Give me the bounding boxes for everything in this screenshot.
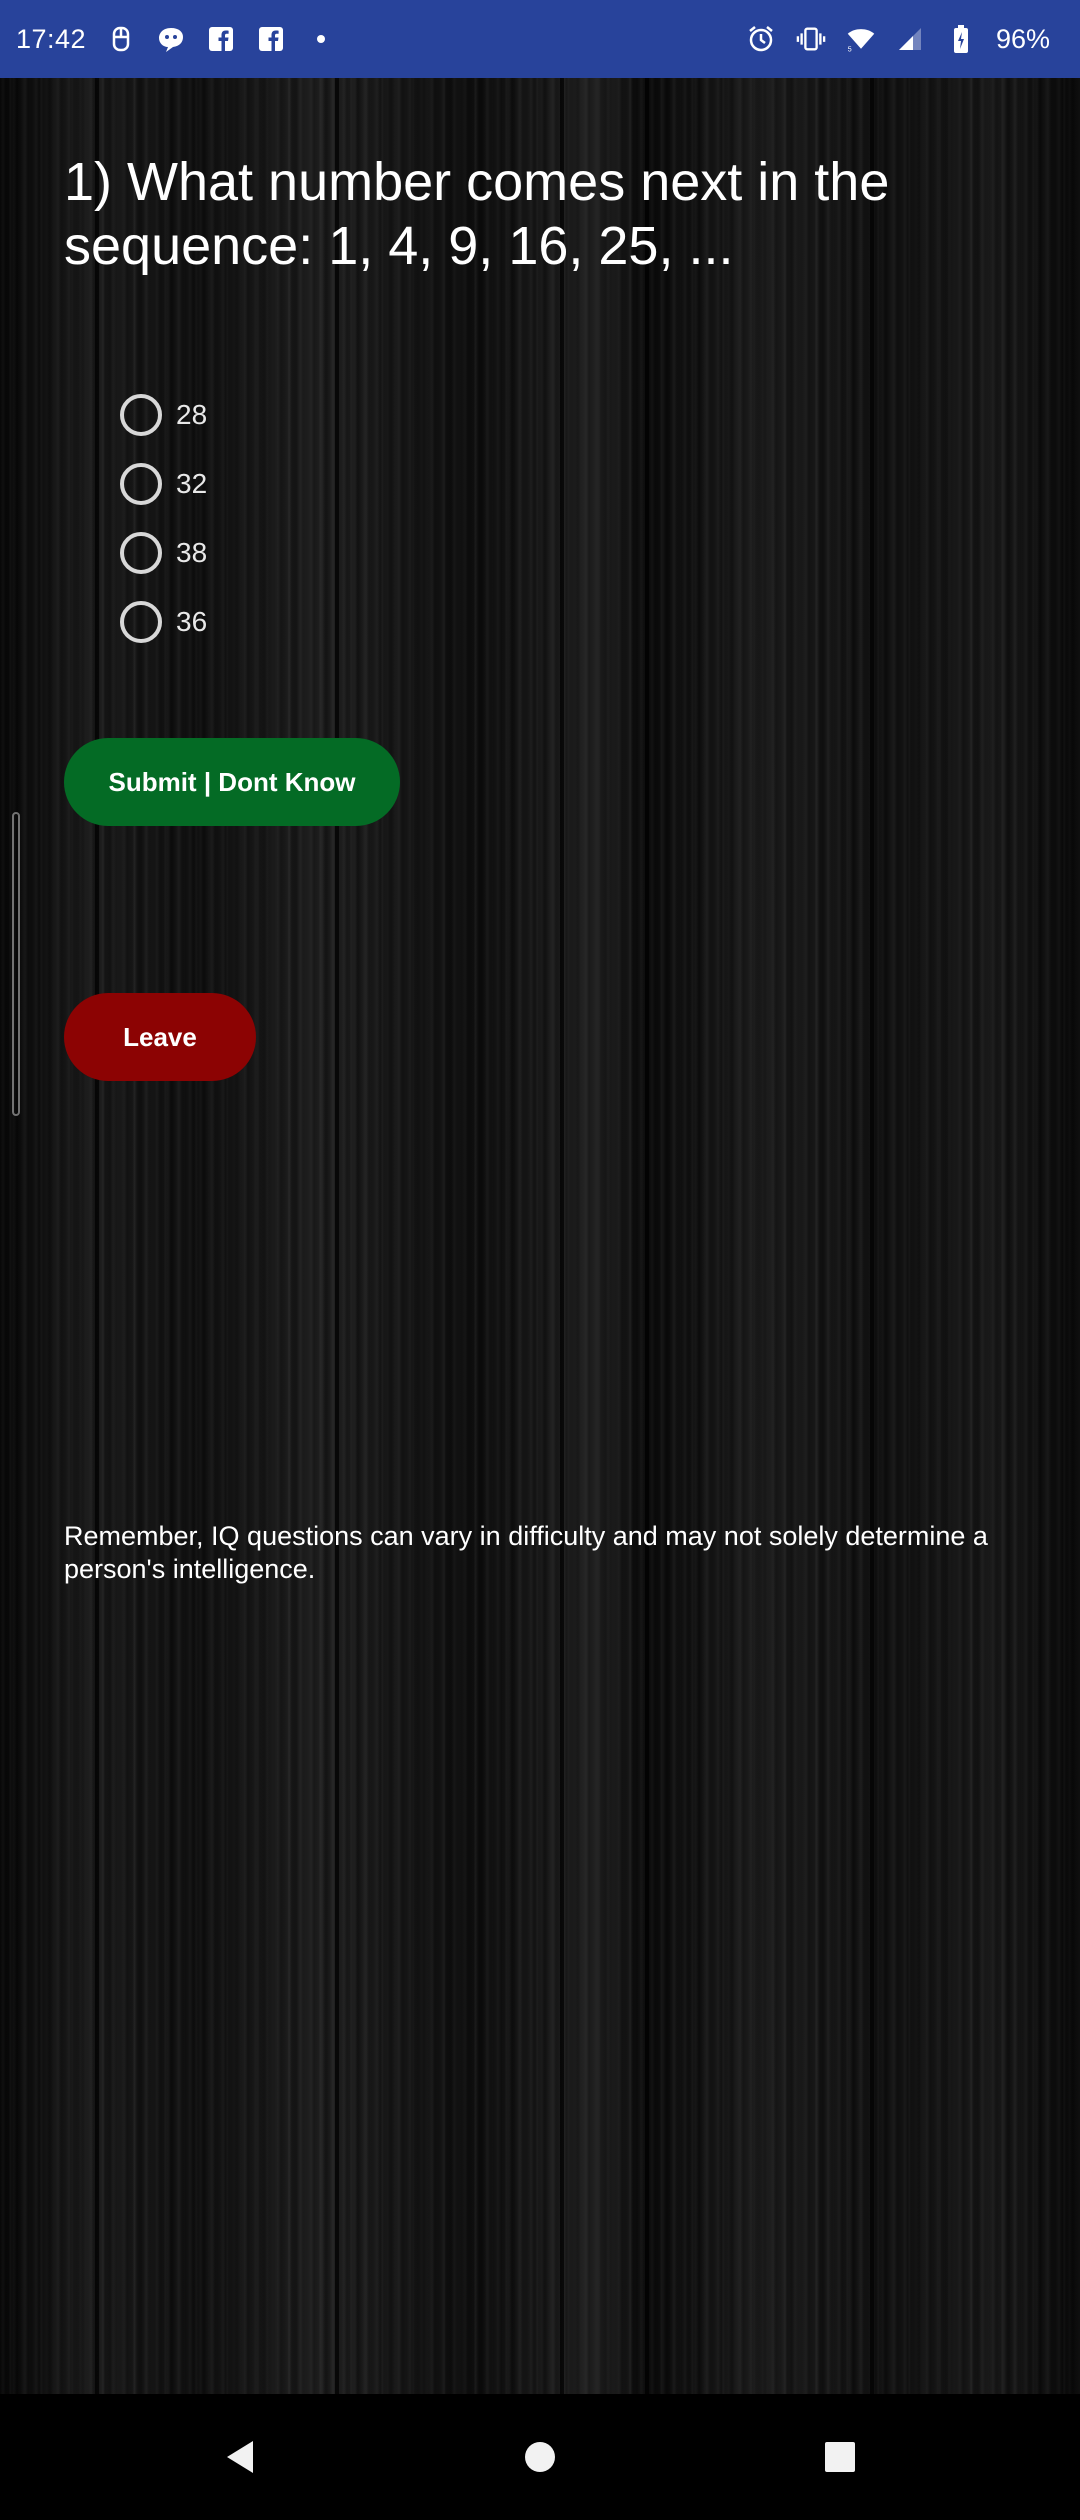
radio-button[interactable] — [120, 600, 162, 643]
scrollbar[interactable] — [12, 812, 20, 1116]
vibrate-icon — [796, 24, 826, 54]
leave-button[interactable]: Leave — [64, 993, 256, 1081]
status-time: 17:42 — [16, 23, 87, 54]
signal-icon — [896, 24, 926, 54]
plank-seam — [95, 78, 99, 2394]
plank-seam — [335, 78, 339, 2394]
svg-text:5: 5 — [848, 46, 852, 53]
submit-button[interactable]: Submit | Dont Know — [64, 738, 400, 826]
radio-button[interactable] — [120, 531, 162, 574]
answer-option[interactable]: 38 — [120, 518, 207, 587]
dot-icon — [306, 24, 336, 54]
battery-icon — [946, 24, 976, 54]
answer-option[interactable]: 32 — [120, 449, 207, 518]
wifi-icon: 5 — [846, 24, 876, 54]
answer-option[interactable]: 36 — [120, 587, 207, 656]
plank-seam — [645, 78, 649, 2394]
status-bar-right: 5 96% — [746, 24, 1050, 55]
recents-icon[interactable] — [810, 2427, 870, 2487]
answer-options: 28 32 38 36 — [120, 380, 207, 656]
facebook-icon — [256, 24, 286, 54]
battery-percentage: 96% — [995, 23, 1050, 54]
chat-bubble-icon — [156, 24, 186, 54]
alarm-icon — [746, 24, 776, 54]
answer-label: 38 — [176, 536, 208, 568]
navigation-bar — [0, 2394, 1080, 2520]
answer-label: 36 — [176, 605, 208, 637]
back-icon[interactable] — [210, 2427, 270, 2487]
facebook-icon — [206, 24, 236, 54]
answer-label: 28 — [176, 398, 208, 430]
plank-seam — [560, 78, 564, 2394]
disclaimer-text: Remember, IQ questions can vary in diffi… — [64, 1521, 988, 1584]
answer-label: 32 — [176, 467, 208, 499]
plank-seam — [870, 78, 874, 2394]
answer-option[interactable]: 28 — [120, 380, 207, 449]
usb-icon — [106, 24, 136, 54]
status-bar: 17:42 5 96% — [0, 0, 1080, 78]
radio-button[interactable] — [120, 462, 162, 505]
screen: 17:42 5 96% 1) What number comes next in… — [0, 0, 1080, 2520]
status-bar-left: 17:42 — [16, 24, 336, 55]
home-icon[interactable] — [510, 2427, 570, 2487]
radio-button[interactable] — [120, 393, 162, 436]
question-text: 1) What number comes next in the sequenc… — [64, 152, 890, 276]
